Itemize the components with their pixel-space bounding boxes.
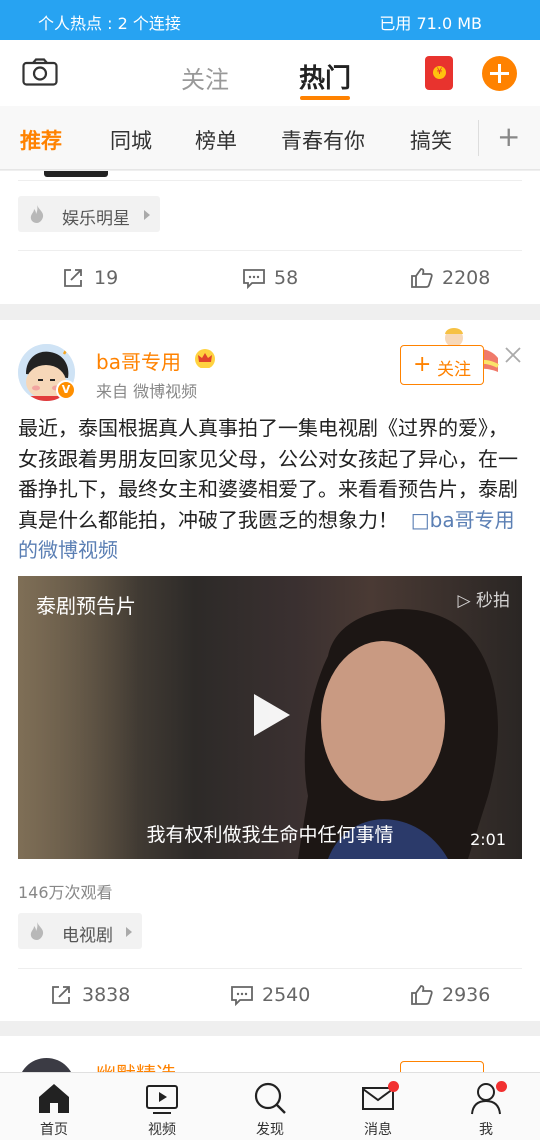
like-count: 2208 (442, 267, 491, 289)
topic-tag[interactable]: 娱乐明星 (18, 196, 160, 232)
comment-icon (243, 269, 265, 289)
video-link-icon: □ (404, 507, 430, 532)
nav-me-label: 我 (479, 1122, 493, 1138)
close-icon[interactable] (504, 346, 522, 364)
compose-button[interactable] (482, 56, 517, 91)
search-icon (254, 1082, 286, 1114)
tab-follow[interactable]: 关注 (181, 60, 229, 95)
repost-icon (64, 269, 82, 287)
divider (18, 250, 522, 251)
comment-button[interactable]: 2540 (230, 984, 330, 1010)
nav-messages-label: 消息 (364, 1122, 392, 1138)
add-category-icon[interactable]: + (497, 120, 520, 153)
category-funny[interactable]: 搞笑 (410, 125, 452, 155)
nav-me[interactable]: 我 (456, 1073, 516, 1140)
video-icon (146, 1085, 178, 1114)
comment-count: 2540 (262, 984, 311, 1006)
tab-hot[interactable]: 热门 (299, 58, 351, 95)
bottom-nav: 首页 视频 发现 消息 我 (0, 1072, 540, 1140)
category-youth[interactable]: 青春有你 (281, 125, 365, 155)
video-subtitle: 我有权利做我生命中任何事情 (146, 824, 394, 846)
flame-icon (30, 922, 44, 940)
play-circle-icon: ▷ (457, 591, 471, 611)
repost-icon (52, 986, 70, 1004)
notification-dot (388, 1081, 399, 1092)
video-watermark: ▷ 秒拍 (457, 591, 510, 611)
topic-tag[interactable]: 电视剧 (18, 913, 142, 949)
comment-icon (231, 986, 253, 1006)
like-count: 2936 (442, 984, 491, 1006)
divider (18, 968, 522, 969)
like-button[interactable]: 2936 (410, 984, 510, 1010)
topic-tag-label: 电视剧 (62, 926, 113, 946)
nav-video[interactable]: 视频 (132, 1073, 192, 1140)
follow-label: 关注 (437, 360, 471, 380)
nav-discover-label: 发现 (256, 1122, 284, 1138)
nav-discover[interactable]: 发现 (240, 1073, 300, 1140)
nav-home[interactable]: 首页 (24, 1073, 84, 1140)
home-icon (39, 1084, 69, 1113)
red-packet-icon[interactable]: ¥ (425, 56, 453, 90)
thumbs-up-icon (411, 985, 433, 1005)
like-button[interactable]: 2208 (410, 267, 510, 293)
camera-icon[interactable] (22, 58, 58, 86)
comment-count: 58 (274, 267, 299, 289)
crown-icon (195, 349, 215, 368)
data-usage: 已用 71.0 MB (379, 14, 482, 33)
repost-button[interactable]: 19 (62, 267, 142, 293)
repost-count: 3838 (82, 984, 131, 1006)
post-source[interactable]: 来自 微博视频 (96, 378, 197, 402)
video-duration: 2:01 (470, 830, 506, 849)
flame-icon (30, 205, 44, 223)
notification-dot (496, 1081, 507, 1092)
category-bar: 推荐 同城 榜单 青春有你 搞笑 + (0, 106, 540, 170)
post-username[interactable]: ba哥专用 (96, 346, 181, 375)
status-bar: 个人热点 : 2 个连接 已用 71.0 MB (0, 0, 540, 40)
chevron-right-icon (126, 927, 132, 937)
repost-count: 19 (94, 267, 119, 289)
category-recommend[interactable]: 推荐 (20, 125, 62, 155)
category-local[interactable]: 同城 (110, 125, 152, 155)
topic-tag-label: 娱乐明星 (62, 209, 130, 229)
comment-button[interactable]: 58 (242, 267, 322, 293)
follow-button[interactable]: + 关注 (400, 345, 484, 385)
repost-button[interactable]: 3838 (50, 984, 150, 1010)
view-count: 146万次观看 (18, 883, 113, 902)
feed-card-next: 幽默精选 (0, 1036, 540, 1076)
video-title: 泰剧预告片 (36, 594, 136, 618)
chevron-right-icon (144, 210, 150, 220)
thumbs-up-icon (411, 268, 433, 288)
nav-messages[interactable]: 消息 (348, 1073, 408, 1140)
nav-video-label: 视频 (148, 1122, 176, 1138)
post-text-block: 最近，泰国根据真人真事拍了一集电视剧《过界的爱》，女孩跟着男朋友回家见父母，公公… (18, 413, 524, 566)
hotspot-status: 个人热点 : 2 个连接 (38, 14, 181, 33)
verified-badge: V (56, 380, 76, 400)
video-player[interactable]: 泰剧预告片 ▷ 秒拍 我有权利做我生命中任何事情 2:01 (18, 576, 522, 859)
feed-card-previous: 娱乐明星 19 58 2208 (0, 171, 540, 304)
category-rankings[interactable]: 榜单 (195, 125, 237, 155)
top-header: 关注 热门 ¥ (0, 40, 540, 106)
previous-image-border (18, 177, 522, 181)
play-icon[interactable] (254, 694, 290, 736)
feed-card-post: V ba哥专用 来自 微博视频 + 关注 最近，泰国根据真人真事拍了一集电视剧《过… (0, 320, 540, 1021)
category-divider (478, 120, 479, 156)
active-tab-indicator (300, 96, 350, 100)
nav-home-label: 首页 (40, 1122, 68, 1138)
